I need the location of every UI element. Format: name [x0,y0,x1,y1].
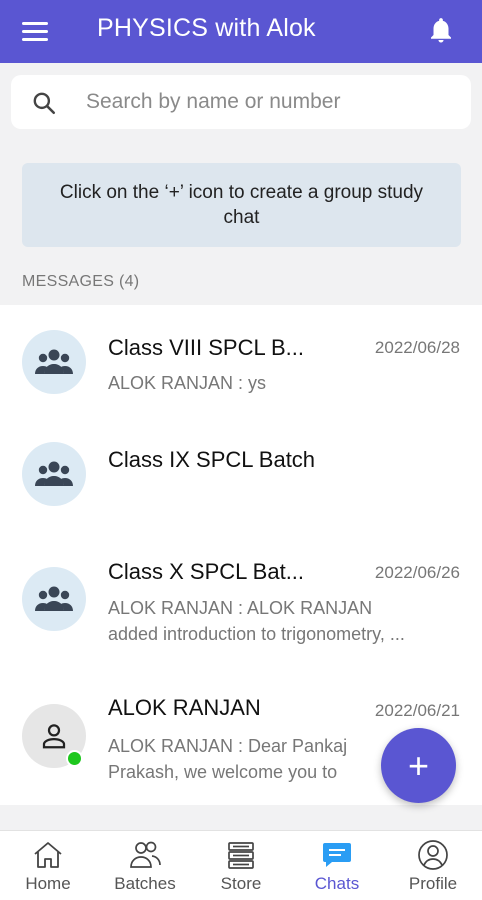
group-icon [22,567,86,631]
nav-label: Home [25,874,71,893]
online-status-dot [66,750,83,767]
nav-profile[interactable]: Profile [385,839,481,899]
chat-item[interactable]: Class X SPCL Bat... 2022/06/26 ALOK RANJ… [0,529,482,644]
chat-name: Class IX SPCL Batch [108,447,316,472]
nav-chats[interactable]: Chats [289,839,385,899]
chat-item[interactable]: Class IX SPCL Batch [0,417,482,529]
create-group-button[interactable]: + [381,728,456,803]
bell-icon[interactable] [426,14,456,46]
nav-store[interactable]: Store [193,839,289,899]
search-input[interactable]: Search by name or number [11,75,471,129]
batches-icon [130,841,161,868]
profile-icon [418,840,448,870]
chat-preview: ALOK RANJAN : ALOK RANJAN [108,598,373,618]
chat-preview-line2: Prakash, we welcome you to [108,762,338,782]
messages-count-label: MESSAGES (4) [22,273,140,290]
bottom-navigation: Home Batches Store Chats Profile [0,830,482,900]
group-icon [22,330,86,394]
nav-label: Batches [114,874,176,893]
chat-preview-line2: added introduction to trigonometry, ... [108,624,405,644]
search-placeholder: Search by name or number [86,90,341,113]
nav-label: Profile [408,874,458,893]
chat-date: 2022/06/26 [374,563,460,582]
home-icon [34,842,62,868]
page-title: PHYSICS with Alok [97,14,316,42]
search-icon [33,92,56,115]
nav-batches[interactable]: Batches [97,839,193,899]
group-icon [22,442,86,506]
menu-icon[interactable] [22,16,52,46]
chat-name: Class VIII SPCL B... [108,335,305,360]
app-bar: PHYSICS with Alok [0,0,482,63]
store-icon [228,842,254,869]
nav-label: Chats [314,874,360,893]
create-group-hint: Click on the ‘+’ icon to create a group … [22,163,461,247]
search-area: Search by name or number [0,63,482,141]
chat-date: 2022/06/28 [374,338,460,357]
chat-name: Class X SPCL Bat... [108,559,305,584]
chat-preview: ALOK RANJAN : ys [108,373,267,393]
chat-preview: ALOK RANJAN : Dear Pankaj [108,736,348,756]
chat-item[interactable]: Class VIII SPCL B... 2022/06/28 ALOK RAN… [0,305,482,417]
nav-label: Store [220,874,262,893]
chats-icon [323,843,351,867]
chat-date: 2022/06/21 [374,701,460,720]
nav-home[interactable]: Home [0,839,96,899]
chat-name: ALOK RANJAN [108,695,261,720]
